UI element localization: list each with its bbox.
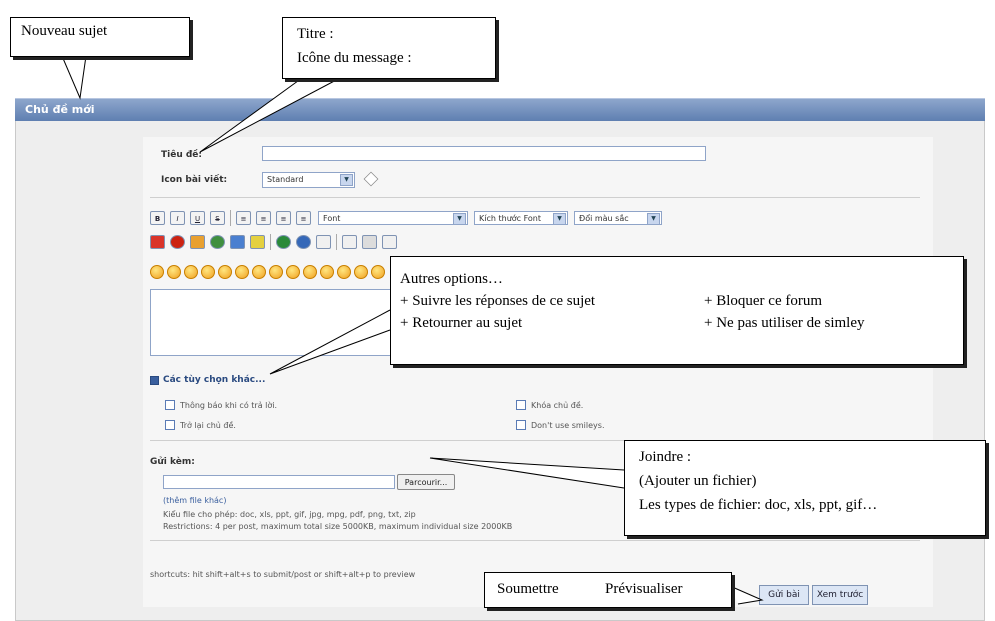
smiley-icon[interactable]: [201, 265, 215, 279]
font-color-select[interactable]: Đổi màu sắc ▼: [574, 211, 662, 225]
file-input[interactable]: [163, 475, 395, 489]
callout-attach-line1: Joindre :: [639, 449, 692, 465]
post-form-inner: [143, 137, 933, 607]
font-select-value: Font: [323, 214, 341, 223]
callout-other-options: Autres options… + Suivre les réponses de…: [390, 256, 964, 365]
smiley-icon[interactable]: [286, 265, 300, 279]
callout-new-topic-text: Nouveau sujet: [21, 23, 108, 39]
return-topic-label: Trở lại chủ đề.: [180, 421, 236, 430]
superscript-icon[interactable]: [342, 235, 357, 249]
align-left-button[interactable]: ≡: [236, 211, 251, 225]
flash-icon[interactable]: [170, 235, 185, 249]
allowed-types-text: Kiểu file cho phép: doc, xls, ppt, gif, …: [163, 510, 416, 519]
lock-topic-checkbox[interactable]: [516, 400, 526, 410]
smiley-icon[interactable]: [337, 265, 351, 279]
subject-label: Tiêu đề:: [161, 150, 203, 160]
underline-button[interactable]: U: [190, 211, 205, 225]
other-options-toggle[interactable]: Các tùy chọn khác...: [163, 375, 265, 385]
notify-label: Thông báo khi có trả lời.: [180, 401, 278, 410]
chevron-down-icon: ▼: [453, 213, 466, 225]
smiley-icon[interactable]: [269, 265, 283, 279]
icon-select-value: Standard: [267, 175, 304, 184]
callout-attach-line2: (Ajouter un fichier): [639, 473, 757, 489]
no-smileys-checkbox[interactable]: [516, 420, 526, 430]
chevron-down-icon: ▼: [553, 213, 566, 225]
callout-submit-text: Soumettre: [497, 581, 559, 597]
youtube-icon[interactable]: [150, 235, 165, 249]
chevron-down-icon: ▼: [340, 174, 353, 186]
smiley-icon[interactable]: [167, 265, 181, 279]
italic-button[interactable]: I: [170, 211, 185, 225]
callout-title-line1: Titre :: [297, 26, 334, 42]
browse-button[interactable]: Parcourir...: [397, 474, 455, 490]
player-icon[interactable]: [296, 235, 311, 249]
callout-attach-line3: Les types de fichier: doc, xls, ppt, gif…: [639, 497, 878, 513]
submit-button[interactable]: Gửi bài: [759, 585, 809, 605]
money-icon[interactable]: [276, 235, 291, 249]
toolbar-separator: [336, 234, 337, 250]
font-color-select-value: Đổi màu sắc: [579, 214, 629, 223]
align-right-button[interactable]: ≡: [276, 211, 291, 225]
image-icon[interactable]: [190, 235, 205, 249]
callout-options-c: + Retourner au sujet: [400, 315, 523, 331]
bold-button[interactable]: B: [150, 211, 165, 225]
lock-topic-label: Khóa chủ đề.: [531, 401, 584, 410]
callout-title: Titre : Icône du message :: [282, 17, 496, 79]
callout-options-heading: Autres options…: [400, 271, 503, 287]
font-size-select[interactable]: Kích thước Font ▼: [474, 211, 568, 225]
smiley-icon[interactable]: [252, 265, 266, 279]
shortcuts-text: shortcuts: hit shift+alt+s to submit/pos…: [150, 570, 416, 579]
preview-button[interactable]: Xem trước: [812, 585, 868, 605]
callout-options-d: + Ne pas utiliser de simley: [704, 315, 865, 331]
notify-checkbox[interactable]: [165, 400, 175, 410]
callout-title-line2: Icône du message :: [297, 50, 412, 66]
divider: [150, 540, 920, 541]
window-title: Chủ đề mới: [25, 103, 95, 116]
smiley-icon[interactable]: [184, 265, 198, 279]
font-select[interactable]: Font ▼: [318, 211, 468, 225]
align-justify-button[interactable]: ≡: [296, 211, 311, 225]
smiley-icon[interactable]: [218, 265, 232, 279]
toolbar-separator: [230, 210, 231, 226]
globe-icon[interactable]: [210, 235, 225, 249]
callout-new-topic: Nouveau sujet: [10, 17, 190, 57]
icon-select[interactable]: Standard ▼: [262, 172, 355, 188]
align-center-button[interactable]: ≡: [256, 211, 271, 225]
toolbar-separator: [270, 234, 271, 250]
chevron-down-icon: ▼: [647, 213, 660, 225]
smiley-icon[interactable]: [320, 265, 334, 279]
divider: [150, 197, 920, 198]
icon-label: Icon bài viết:: [161, 175, 228, 185]
restrictions-text: Restrictions: 4 per post, maximum total …: [163, 522, 513, 531]
smiley-icon[interactable]: [303, 265, 317, 279]
callout-options-b: + Bloquer ce forum: [704, 293, 823, 309]
link-icon[interactable]: [230, 235, 245, 249]
strike-button[interactable]: S: [210, 211, 225, 225]
email-icon[interactable]: [250, 235, 265, 249]
smiley-icon[interactable]: [150, 265, 164, 279]
callout-submit: Soumettre Prévisualiser: [484, 572, 732, 608]
add-file-link[interactable]: (thêm file khác): [163, 496, 226, 505]
teletype-icon[interactable]: [382, 235, 397, 249]
attach-label: Gửi kèm:: [150, 457, 195, 467]
window-title-bar: Chủ đề mới: [15, 98, 985, 121]
return-topic-checkbox[interactable]: [165, 420, 175, 430]
callout-preview-text: Prévisualiser: [605, 581, 683, 597]
subscript-icon[interactable]: [362, 235, 377, 249]
media-icon[interactable]: [316, 235, 331, 249]
collapse-icon[interactable]: [150, 376, 159, 385]
callout-attach: Joindre : (Ajouter un fichier) Les types…: [624, 440, 986, 536]
smiley-icon[interactable]: [371, 265, 385, 279]
smiley-icon[interactable]: [235, 265, 249, 279]
callout-options-a: + Suivre les réponses de ce sujet: [400, 293, 596, 309]
font-size-select-value: Kích thước Font: [479, 214, 542, 223]
subject-input[interactable]: [262, 146, 706, 161]
no-smileys-label: Don't use smileys.: [531, 421, 605, 430]
smiley-icon[interactable]: [354, 265, 368, 279]
